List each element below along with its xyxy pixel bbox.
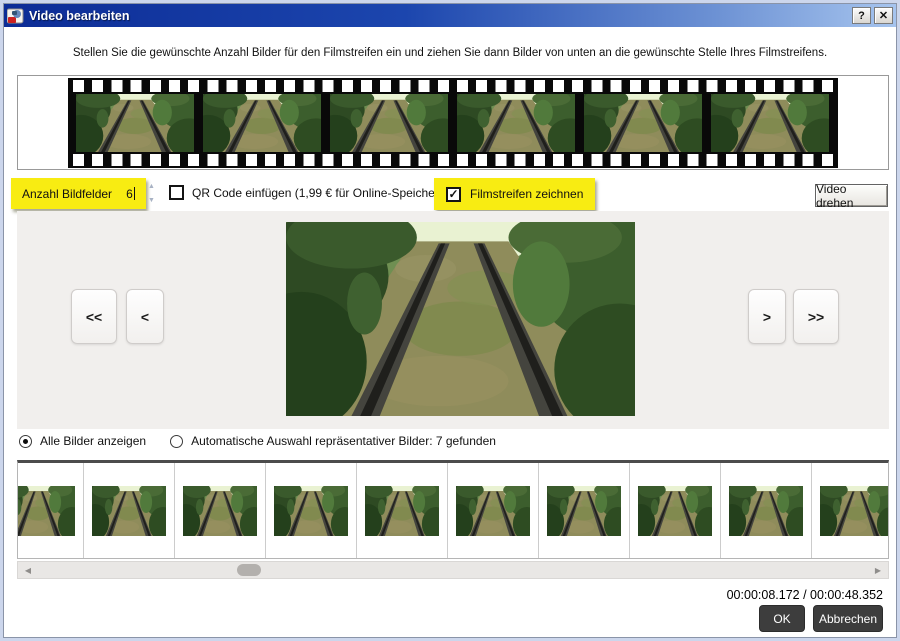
qr-code-checkbox[interactable] xyxy=(169,185,184,200)
thumbnail-item[interactable] xyxy=(17,463,84,558)
scrollbar-thumb[interactable] xyxy=(237,564,261,576)
thumbnail-item[interactable] xyxy=(721,463,812,558)
filmstrip-frames xyxy=(76,94,838,152)
filmstrip-frame[interactable] xyxy=(711,94,829,152)
qr-code-option: QR Code einfügen (1,99 € für Online-Spei… xyxy=(169,185,463,200)
last-frame-button[interactable]: >> xyxy=(793,289,839,344)
filmstrip-draw-highlight: ✓ Filmstreifen zeichnen xyxy=(434,178,596,210)
thumbnail-item[interactable] xyxy=(175,463,266,558)
auto-select-label: Automatische Auswahl repräsentativer Bil… xyxy=(191,434,496,448)
frame-count-highlight: Anzahl Bildfelder 6 xyxy=(11,178,146,209)
filmstrip[interactable] xyxy=(68,78,838,168)
all-images-label: Alle Bilder anzeigen xyxy=(40,434,147,448)
next-frame-button[interactable]: > xyxy=(748,289,786,344)
thumbnail-image xyxy=(456,486,530,536)
filmstrip-frame[interactable] xyxy=(584,94,702,152)
thumbnail-image xyxy=(92,486,166,536)
window-title: Video bearbeiten xyxy=(29,8,130,23)
thumbnail-image xyxy=(183,486,257,536)
cancel-button[interactable]: Abbrechen xyxy=(813,605,883,632)
thumbnail-scrollbar[interactable]: ◀ ▶ xyxy=(17,561,889,579)
text-cursor xyxy=(133,187,135,200)
thumbnail-item[interactable] xyxy=(812,463,889,558)
first-frame-button[interactable]: << xyxy=(71,289,117,344)
thumbnail-item[interactable] xyxy=(84,463,175,558)
all-images-option[interactable]: Alle Bilder anzeigen xyxy=(19,434,146,448)
filmstrip-sprocket-holes-top xyxy=(73,80,833,92)
rotate-video-button[interactable]: Video drehen xyxy=(815,182,888,210)
thumbnail-image xyxy=(17,486,75,536)
thumbnail-image xyxy=(547,486,621,536)
image-filter-options: Alle Bilder anzeigen Automatische Auswah… xyxy=(19,434,496,448)
help-button[interactable]: ? xyxy=(852,7,871,24)
thumbnail-image xyxy=(274,486,348,536)
all-images-radio[interactable] xyxy=(19,434,32,448)
spinner-down-icon[interactable]: ▼ xyxy=(145,196,158,206)
preview-area: << < > >> xyxy=(17,211,889,429)
frame-count-label: Anzahl Bildfelder xyxy=(22,186,113,201)
preview-image xyxy=(286,222,635,416)
qr-code-label: QR Code einfügen (1,99 € für Online-Spei… xyxy=(192,185,463,200)
thumbnail-item[interactable] xyxy=(448,463,539,558)
previous-frame-button[interactable]: < xyxy=(126,289,164,344)
spinner-up-icon[interactable]: ▲ xyxy=(145,182,158,192)
thumbnail-image xyxy=(638,486,712,536)
title-bar: Video bearbeiten ? ✕ xyxy=(4,4,896,27)
thumbnail-image xyxy=(729,486,803,536)
frame-count-input[interactable]: 6 xyxy=(126,187,133,201)
filmstrip-frame[interactable] xyxy=(330,94,448,152)
auto-select-radio[interactable] xyxy=(170,434,184,448)
scroll-right-icon[interactable]: ▶ xyxy=(870,562,886,578)
frame-count-spinner: ▲ ▼ xyxy=(145,182,158,206)
scroll-left-icon[interactable]: ◀ xyxy=(20,562,36,578)
ok-button[interactable]: OK xyxy=(759,605,805,632)
thumbnail-item[interactable] xyxy=(539,463,630,558)
video-edit-dialog: Video bearbeiten ? ✕ Stellen Sie die gew… xyxy=(0,0,900,641)
app-icon xyxy=(7,8,24,23)
instruction-text: Stellen Sie die gewünschte Anzahl Bilder… xyxy=(72,47,828,59)
thumbnail-item[interactable] xyxy=(357,463,448,558)
close-button[interactable]: ✕ xyxy=(874,7,893,24)
filmstrip-frame[interactable] xyxy=(76,94,194,152)
thumbnail-image xyxy=(365,486,439,536)
auto-select-option[interactable]: Automatische Auswahl repräsentativer Bil… xyxy=(170,434,496,448)
filmstrip-draw-label: Filmstreifen zeichnen xyxy=(470,187,584,201)
filmstrip-frame[interactable] xyxy=(203,94,321,152)
thumbnail-item[interactable] xyxy=(630,463,721,558)
thumbnail-image xyxy=(820,486,889,536)
filmstrip-frame[interactable] xyxy=(457,94,575,152)
thumbnail-item[interactable] xyxy=(266,463,357,558)
thumbnail-strip xyxy=(17,460,889,559)
filmstrip-sprocket-holes-bottom xyxy=(73,154,833,166)
time-position: 00:00:08.172 / 00:00:48.352 xyxy=(726,588,883,602)
filmstrip-container xyxy=(17,75,889,170)
thumbnail-row xyxy=(17,463,889,558)
filmstrip-draw-checkbox[interactable]: ✓ xyxy=(446,186,461,202)
